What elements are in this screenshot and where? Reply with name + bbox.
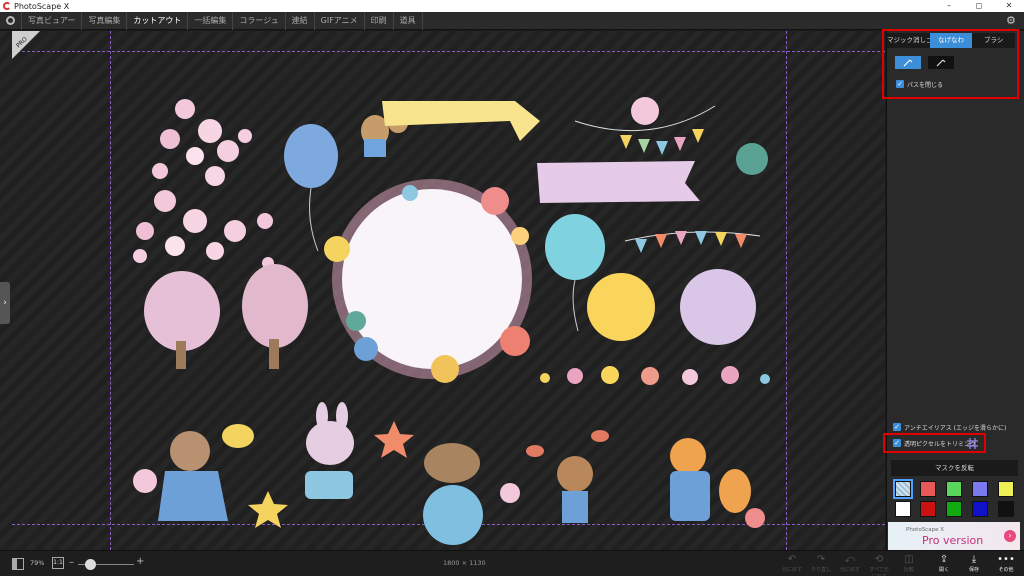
open-button[interactable]: ⇪ 開く: [932, 554, 956, 576]
home-icon: [6, 16, 15, 25]
image-canvas[interactable]: PRO: [0, 31, 885, 550]
cherry-blossom-branch-2: [133, 190, 274, 269]
revert-icon: ⤺: [844, 554, 856, 565]
window-title: PhotoScape X: [14, 1, 70, 11]
small-pink-blossom: [500, 483, 520, 503]
pink-ribbon: [537, 161, 700, 203]
more-icon: •••: [997, 554, 1015, 565]
tab-collage[interactable]: コラージュ: [233, 11, 286, 30]
yellow-ribbon: [382, 101, 540, 141]
zoom-in-icon[interactable]: +: [136, 556, 144, 567]
main-tab-bar: 写真ビュアー 写真編集 カットアウト 一括編集 コラージュ 連結 GIFアニメ …: [0, 11, 1024, 30]
app-logo-icon: [3, 2, 11, 10]
pro-banner-large-text: Pro version: [922, 534, 984, 547]
revert-all-button[interactable]: ⟲ すべて元に戻す: [867, 554, 891, 576]
fox-with-flute: [670, 438, 751, 521]
tab-batch[interactable]: 一括編集: [188, 11, 234, 30]
tab-gif[interactable]: GIFアニメ: [315, 11, 365, 30]
undo-icon: ↶: [787, 554, 797, 565]
compare-button[interactable]: ◫ 比較: [897, 554, 921, 576]
compare-icon: ◫: [904, 554, 914, 565]
bunting-garland-2: [624, 231, 761, 253]
lasso-erase-button[interactable]: [928, 56, 954, 69]
settings-gear-icon[interactable]: ⚙: [1006, 15, 1018, 27]
yellow-star: [248, 491, 288, 528]
revert-button[interactable]: ⤺ 元に戻す: [838, 554, 862, 576]
maximize-button[interactable]: ◻: [964, 0, 994, 12]
tab-brush[interactable]: ブラシ: [972, 33, 1016, 48]
zoom-slider-handle[interactable]: [85, 559, 97, 570]
tab-print[interactable]: 印刷: [365, 11, 394, 30]
antialias-label: アンチエイリアス (エッジを滑らかに): [904, 425, 1007, 432]
red-flower: [745, 508, 765, 528]
zoom-level: 79%: [30, 559, 45, 567]
mask-color-swatch-10[interactable]: [998, 501, 1014, 517]
tab-tools[interactable]: 道具: [394, 11, 423, 30]
selection-mode-tabs: マジック消しゴム なげなわ ブラシ: [887, 33, 1016, 48]
mask-color-swatch-4[interactable]: [972, 481, 988, 497]
pro-version-banner[interactable]: PhotoScape X Pro version ›: [888, 522, 1020, 550]
orange-star: [374, 421, 414, 458]
pink-tree-2: [242, 264, 308, 369]
flower-wreath-frame: [324, 179, 532, 383]
tab-cutout[interactable]: カットアウト: [127, 11, 189, 30]
window-controls: – ◻ ✕: [934, 0, 1024, 12]
left-panel-toggle[interactable]: ›: [0, 282, 10, 324]
pink-flower: [631, 97, 659, 125]
antialias-checkbox[interactable]: ✓: [893, 423, 901, 431]
pro-banner-small-text: PhotoScape X: [906, 527, 944, 533]
pink-tree-1: [144, 271, 220, 369]
image-dimensions: 1800 × 1130: [443, 559, 486, 567]
tab-combine[interactable]: 連結: [286, 11, 315, 30]
panel-toggle-icon[interactable]: [12, 558, 24, 570]
lilac-flower-frame: [680, 269, 756, 345]
arrow-right-icon: ›: [1004, 530, 1016, 542]
lasso-add-button[interactable]: [895, 56, 921, 69]
tab-photo-viewer[interactable]: 写真ビュアー: [22, 11, 83, 30]
undo-button[interactable]: ↶ 元に戻す: [780, 554, 804, 576]
cherry-blossom-branch-1: [152, 99, 252, 186]
flower-row: [540, 366, 770, 385]
invert-mask-button[interactable]: マスクを反転: [891, 460, 1018, 476]
tab-lasso[interactable]: なげなわ: [929, 33, 973, 48]
mask-color-swatch-5[interactable]: [998, 481, 1014, 497]
more-button[interactable]: ••• その他: [994, 554, 1018, 576]
green-clover: [736, 143, 768, 175]
artwork-illustrations: [133, 97, 770, 545]
open-icon: ⇪: [939, 554, 949, 565]
save-button[interactable]: ⤓ 保存: [962, 554, 986, 576]
redo-icon: ↷: [816, 554, 826, 565]
revert-all-icon: ⟲: [874, 554, 884, 565]
bottom-toolbar: 79% 1:1 – + 1800 × 1130 ↶ 元に戻す ↷ やり直し ⤺ …: [0, 550, 1024, 576]
close-window-button[interactable]: ✕: [994, 0, 1024, 12]
tab-magic-eraser[interactable]: マジック消しゴム: [887, 33, 930, 48]
save-icon: ⤓: [971, 554, 977, 565]
mask-color-swatch-1[interactable]: [893, 479, 913, 499]
crop-grid-icon[interactable]: [967, 438, 978, 449]
mask-color-swatch-2[interactable]: [920, 481, 936, 497]
minimize-button[interactable]: –: [934, 0, 964, 12]
yellow-flower-frame: [587, 273, 655, 341]
cherry-blossom-small: [133, 469, 157, 493]
home-button[interactable]: [0, 11, 22, 30]
close-path-label: パスを閉じる: [907, 82, 944, 89]
close-path-checkbox[interactable]: ✓: [896, 80, 904, 88]
monkey-juggler: [526, 430, 609, 523]
hedgehog-on-ball: [423, 443, 483, 545]
trim-transparent-checkbox[interactable]: ✓: [893, 439, 901, 447]
zoom-actual-size-button[interactable]: 1:1: [52, 557, 64, 569]
mask-color-swatch-3[interactable]: [946, 481, 962, 497]
blue-balloon: [284, 124, 338, 252]
mask-color-swatch-8[interactable]: [946, 501, 962, 517]
mask-color-swatch-9[interactable]: [972, 501, 988, 517]
rabbit-with-drum: [305, 402, 354, 499]
zoom-out-icon[interactable]: –: [69, 557, 74, 568]
tab-photo-editor[interactable]: 写真編集: [82, 11, 128, 30]
redo-button[interactable]: ↷ やり直し: [809, 554, 833, 576]
mask-color-swatch-7[interactable]: [920, 501, 936, 517]
mask-color-swatch-6[interactable]: [895, 501, 911, 517]
trim-transparent-label: 透明ピクセルをトリミング: [904, 441, 977, 448]
title-bar: PhotoScape X – ◻ ✕: [0, 0, 1024, 12]
bear-with-trumpet: [158, 424, 254, 521]
